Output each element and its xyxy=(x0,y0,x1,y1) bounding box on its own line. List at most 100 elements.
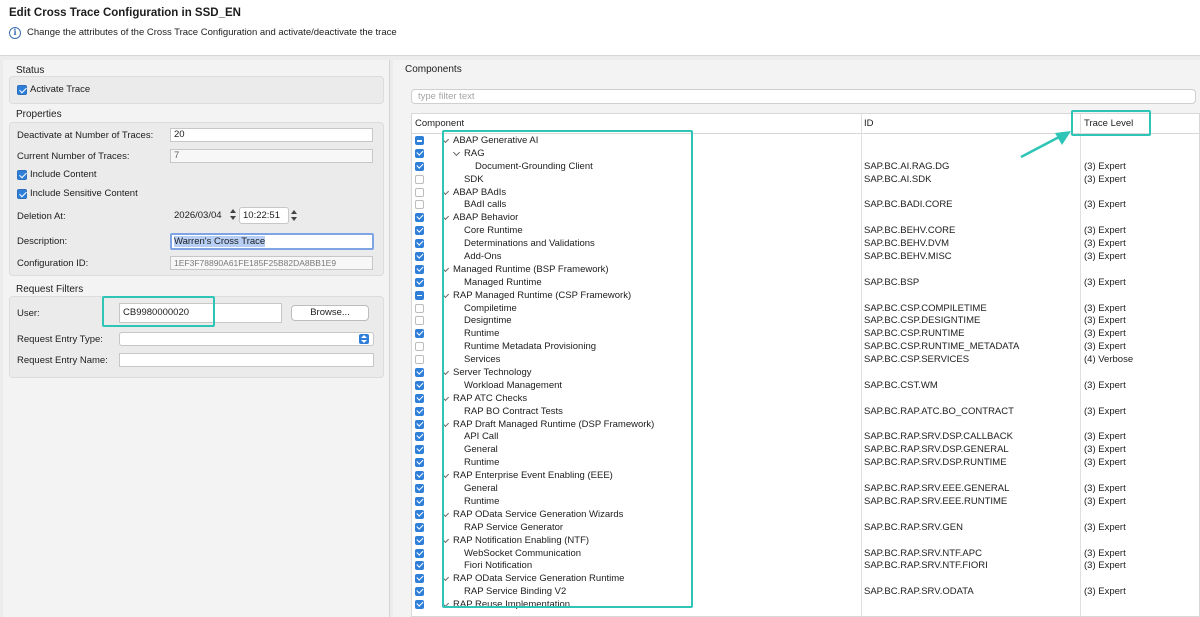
trace-level-cell[interactable]: (3) Expert xyxy=(1084,315,1126,326)
deletion-time-input[interactable]: 10:22:51 xyxy=(239,207,289,224)
trace-level-cell[interactable]: (3) Expert xyxy=(1084,560,1126,571)
table-row[interactable]: Managed Runtime SAP.BC.BSP (3) Expert xyxy=(412,276,1199,289)
row-checkbox[interactable] xyxy=(415,548,424,558)
table-row[interactable]: RAP BO Contract Tests SAP.BC.RAP.ATC.BO_C… xyxy=(412,405,1199,418)
deactivate-count-input[interactable]: 20 xyxy=(170,128,373,142)
table-row[interactable]: Add-Ons SAP.BC.BEHV.MISC (3) Expert xyxy=(412,250,1199,263)
trace-level-cell[interactable]: (3) Expert xyxy=(1084,496,1126,507)
filter-input[interactable]: type filter text xyxy=(411,89,1196,104)
row-checkbox[interactable] xyxy=(415,368,424,378)
column-header-component[interactable]: Component xyxy=(415,118,464,129)
chevron-down-icon[interactable] xyxy=(441,574,450,582)
row-checkbox[interactable] xyxy=(415,342,424,352)
trace-level-cell[interactable]: (3) Expert xyxy=(1084,548,1126,559)
table-row[interactable]: Services SAP.BC.CSP.SERVICES (4) Verbose xyxy=(412,353,1199,366)
trace-level-cell[interactable]: (3) Expert xyxy=(1084,341,1126,352)
table-row[interactable]: RAP Draft Managed Runtime (DSP Framework… xyxy=(412,418,1199,431)
row-checkbox[interactable] xyxy=(415,187,424,197)
trace-level-cell[interactable]: (3) Expert xyxy=(1084,277,1126,288)
trace-level-cell[interactable]: (3) Expert xyxy=(1084,225,1126,236)
table-row[interactable]: General SAP.BC.RAP.SRV.EEE.GENERAL (3) Exp… xyxy=(412,482,1199,495)
chevron-down-icon[interactable] xyxy=(441,290,450,298)
table-row[interactable]: ABAP Generative AI xyxy=(412,134,1199,147)
row-checkbox[interactable] xyxy=(415,522,424,532)
chevron-down-icon[interactable] xyxy=(441,393,450,401)
row-checkbox[interactable] xyxy=(415,290,424,300)
trace-level-cell[interactable]: (3) Expert xyxy=(1084,328,1126,339)
table-row[interactable]: Runtime SAP.BC.RAP.SRV.DSP.RUNTIME (3) Exp… xyxy=(412,456,1199,469)
table-row[interactable]: Designtime SAP.BC.CSP.DESIGNTIME (3) Exper… xyxy=(412,314,1199,327)
table-row[interactable]: ABAP Behavior xyxy=(412,211,1199,224)
row-checkbox[interactable] xyxy=(415,471,424,481)
activate-trace-checkbox[interactable] xyxy=(17,85,27,95)
row-checkbox[interactable] xyxy=(415,380,424,390)
row-checkbox[interactable] xyxy=(415,161,424,171)
include-sensitive-checkbox[interactable] xyxy=(17,189,27,199)
table-row[interactable]: RAP Notification Enabling (NTF) xyxy=(412,534,1199,547)
row-checkbox[interactable] xyxy=(415,329,424,339)
table-row[interactable]: Runtime SAP.BC.RAP.SRV.EEE.RUNTIME (3) Exp… xyxy=(412,495,1199,508)
trace-level-cell[interactable]: (3) Expert xyxy=(1084,251,1126,262)
row-checkbox[interactable] xyxy=(415,200,424,210)
table-row[interactable]: RAP Service Binding V2 SAP.BC.RAP.SRV.ODA… xyxy=(412,585,1199,598)
row-checkbox[interactable] xyxy=(415,406,424,416)
table-row[interactable]: Determinations and Validations SAP.BC.BEH… xyxy=(412,237,1199,250)
chevron-down-icon[interactable] xyxy=(441,535,450,543)
table-row[interactable]: RAP ATC Checks xyxy=(412,392,1199,405)
row-checkbox[interactable] xyxy=(415,419,424,429)
table-row[interactable]: Workload Management SAP.BC.CST.WM (3) Expe… xyxy=(412,379,1199,392)
trace-level-cell[interactable]: (3) Expert xyxy=(1084,586,1126,597)
chevron-down-icon[interactable] xyxy=(441,213,450,221)
request-entry-type-select[interactable] xyxy=(119,332,374,346)
trace-level-cell[interactable]: (3) Expert xyxy=(1084,431,1126,442)
table-row[interactable]: RAP Reuse Implementation xyxy=(412,598,1199,611)
row-checkbox[interactable] xyxy=(415,264,424,274)
date-stepper-icon[interactable] xyxy=(229,207,237,222)
trace-level-cell[interactable]: (3) Expert xyxy=(1084,174,1126,185)
include-content-checkbox[interactable] xyxy=(17,170,27,180)
chevron-down-icon[interactable] xyxy=(441,419,450,427)
table-row[interactable]: Core Runtime SAP.BC.BEHV.CORE (3) Expert xyxy=(412,224,1199,237)
trace-level-cell[interactable]: (3) Expert xyxy=(1084,303,1126,314)
chevron-down-icon[interactable] xyxy=(441,135,450,144)
row-checkbox[interactable] xyxy=(415,484,424,494)
chevron-down-icon[interactable] xyxy=(452,148,461,156)
table-row[interactable]: Compiletime SAP.BC.CSP.COMPILETIME (3) Exp… xyxy=(412,302,1199,315)
row-checkbox[interactable] xyxy=(415,445,424,455)
row-checkbox[interactable] xyxy=(415,277,424,287)
table-row[interactable]: SDK SAP.BC.AI.SDK (3) Expert xyxy=(412,173,1199,186)
row-checkbox[interactable] xyxy=(415,432,424,442)
row-checkbox[interactable] xyxy=(415,600,424,610)
table-row[interactable]: Runtime Metadata Provisioning SAP.BC.CSP.… xyxy=(412,340,1199,353)
chevron-down-icon[interactable] xyxy=(441,367,450,376)
row-checkbox[interactable] xyxy=(415,587,424,597)
trace-level-cell[interactable]: (3) Expert xyxy=(1084,199,1126,210)
table-row[interactable]: RAP OData Service Generation Wizards xyxy=(412,508,1199,521)
trace-level-cell[interactable]: (3) Expert xyxy=(1084,238,1126,249)
description-input[interactable]: Warren's Cross Trace xyxy=(170,233,374,250)
trace-level-cell[interactable]: (3) Expert xyxy=(1084,457,1126,468)
chevron-updown-icon[interactable] xyxy=(359,334,369,344)
trace-level-cell[interactable]: (3) Expert xyxy=(1084,406,1126,417)
user-input[interactable]: CB9980000020 xyxy=(119,303,282,323)
trace-level-cell[interactable]: (4) Verbose xyxy=(1084,354,1133,365)
table-row[interactable]: API Call SAP.BC.RAP.SRV.DSP.CALLBACK (3) E… xyxy=(412,430,1199,443)
chevron-down-icon[interactable] xyxy=(441,471,450,479)
row-checkbox[interactable] xyxy=(415,252,424,262)
browse-button[interactable]: Browse... xyxy=(291,305,369,321)
row-checkbox[interactable] xyxy=(415,148,424,158)
trace-level-cell[interactable]: (3) Expert xyxy=(1084,483,1126,494)
chevron-down-icon[interactable] xyxy=(441,187,450,195)
chevron-down-icon[interactable] xyxy=(441,600,450,608)
request-entry-name-input[interactable] xyxy=(119,353,374,367)
chevron-down-icon[interactable] xyxy=(441,264,450,272)
table-row[interactable]: RAP Enterprise Event Enabling (EEE) xyxy=(412,469,1199,482)
trace-level-cell[interactable]: (3) Expert xyxy=(1084,522,1126,533)
table-row[interactable]: WebSocket Communication SAP.BC.RAP.SRV.NT… xyxy=(412,547,1199,560)
trace-level-cell[interactable]: (3) Expert xyxy=(1084,161,1126,172)
table-row[interactable]: RAP OData Service Generation Runtime xyxy=(412,572,1199,585)
row-checkbox[interactable] xyxy=(415,496,424,506)
table-row[interactable]: RAP Service Generator SAP.BC.RAP.SRV.GEN (… xyxy=(412,521,1199,534)
row-checkbox[interactable] xyxy=(415,458,424,468)
table-row[interactable]: ABAP BAdIs xyxy=(412,186,1199,199)
